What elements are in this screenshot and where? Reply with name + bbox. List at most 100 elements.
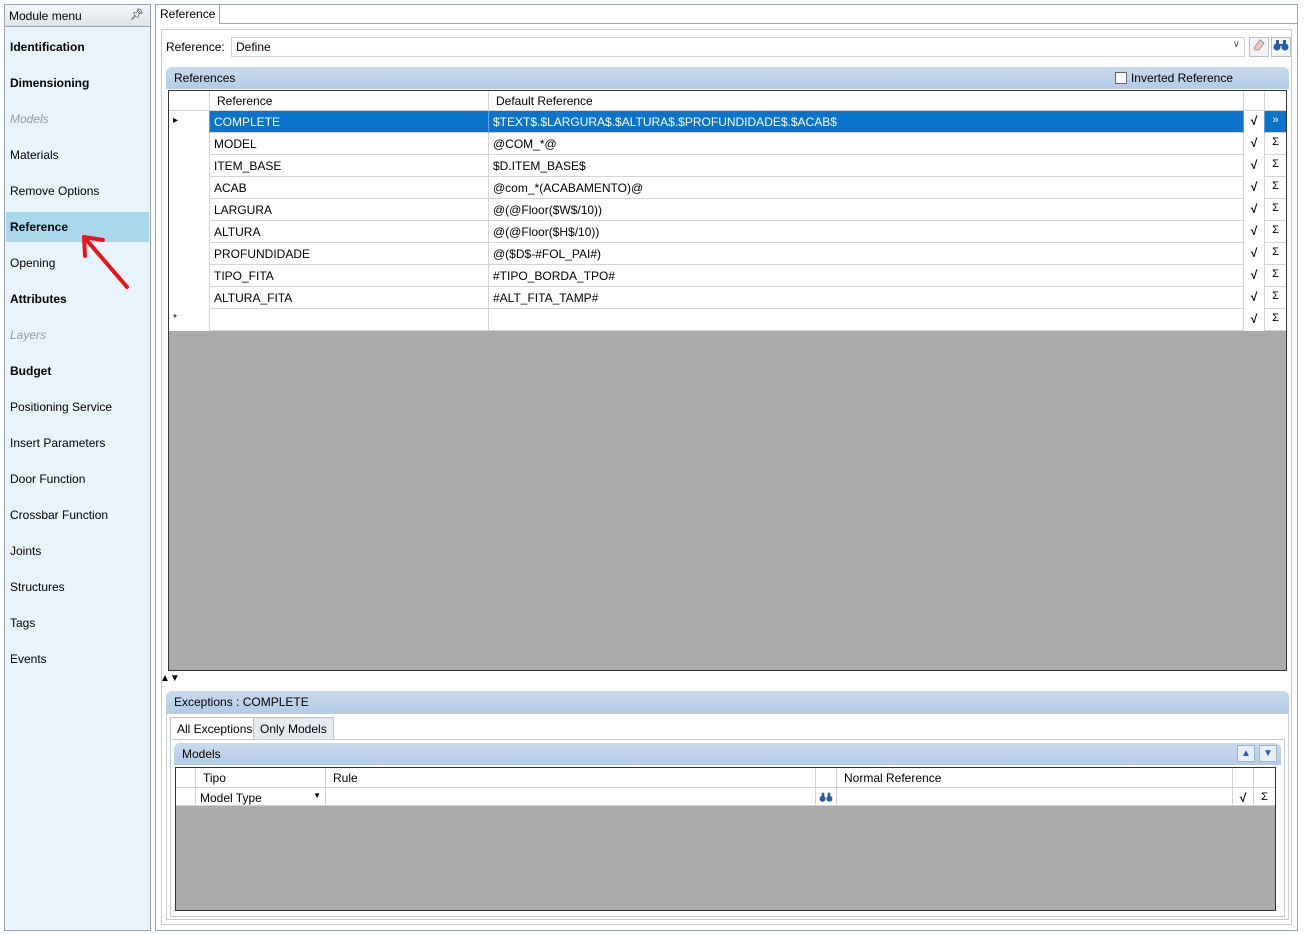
row-header[interactable] [169,155,210,177]
sidebar-item-budget[interactable]: Budget [6,356,149,386]
formula-editor-button[interactable]: √ [1244,221,1265,243]
reference-cell[interactable]: LARGURA [210,199,489,221]
eraser-button[interactable] [1249,37,1269,57]
sum-button[interactable]: Σ [1265,265,1286,287]
inverted-reference-option[interactable]: Inverted Reference [1114,71,1233,85]
default-reference-cell[interactable]: #TIPO_BORDA_TPO# [489,265,1244,287]
formula-editor-button[interactable]: √ [1244,243,1265,265]
formula-editor-button[interactable]: √ [1244,177,1265,199]
sum-button[interactable]: Σ [1265,221,1286,243]
table-row[interactable]: ALTURA @(@Floor($H$/10)) √ Σ [169,221,1286,243]
sidebar-item-identification[interactable]: Identification [6,32,149,62]
col-header-default-reference[interactable]: Default Reference [489,91,1244,111]
default-reference-cell[interactable]: @(@Floor($H$/10)) [489,221,1244,243]
sum-button[interactable]: Σ [1265,243,1286,265]
tab-reference[interactable]: Reference [156,5,221,24]
reference-cell[interactable]: TIPO_FITA [210,265,489,287]
rule-search-button[interactable] [816,788,837,806]
col-header-normal-reference[interactable]: Normal Reference [837,768,1233,788]
sidebar-item-dimensioning[interactable]: Dimensioning [6,68,149,98]
reference-cell[interactable]: ITEM_BASE [210,155,489,177]
col-header-rule[interactable]: Rule [326,768,816,788]
row-header[interactable] [169,287,210,309]
inverted-reference-checkbox[interactable] [1114,72,1127,84]
default-reference-cell[interactable] [489,309,1244,331]
row-header[interactable] [169,177,210,199]
table-row[interactable]: TIPO_FITA #TIPO_BORDA_TPO# √ Σ [169,265,1286,287]
table-row[interactable]: * √ Σ [169,309,1286,331]
models-table-row[interactable]: Model Type ▼ √ Σ [176,788,1275,806]
row-header[interactable]: * [169,309,210,331]
move-up-button[interactable]: ▲ [1237,745,1255,762]
row-header[interactable]: ▸ [169,111,210,133]
rule-cell[interactable] [326,788,816,806]
sidebar-item-crossbar-function[interactable]: Crossbar Function [6,500,149,530]
move-down-button[interactable]: ▼ [1259,745,1277,762]
tab-all-exceptions[interactable]: All Exceptions [170,717,260,739]
reference-combo[interactable]: Define ∨ [231,37,1245,57]
sidebar-item-materials[interactable]: Materials [6,140,149,170]
sum-button[interactable]: Σ [1265,309,1286,331]
row-header[interactable] [169,199,210,221]
pin-icon[interactable]: 📌︎ [130,8,144,21]
formula-editor-button[interactable]: √ [1244,287,1265,309]
find-button[interactable] [1271,37,1291,57]
reference-cell[interactable]: ALTURA_FITA [210,287,489,309]
formula-editor-button[interactable]: √ [1244,265,1265,287]
sidebar-item-models[interactable]: Models [6,104,149,134]
sum-button[interactable]: » [1265,111,1286,133]
table-row[interactable]: PROFUNDIDADE @($D$-#FOL_PAI#) √ Σ [169,243,1286,265]
formula-editor-button[interactable]: √ [1244,155,1265,177]
row-header[interactable] [169,221,210,243]
formula-editor-button[interactable]: √ [1244,133,1265,155]
default-reference-cell[interactable]: @($D$-#FOL_PAI#) [489,243,1244,265]
default-reference-cell[interactable]: $TEXT$.$LARGURA$.$ALTURA$.$PROFUNDIDADE$… [489,111,1244,133]
chevron-down-icon[interactable]: ∨ [1233,39,1240,50]
default-reference-cell[interactable]: @com_*(ACABAMENTO)@ [489,177,1244,199]
sidebar-item-layers[interactable]: Layers [6,320,149,350]
col-header-tipo[interactable]: Tipo [196,768,326,788]
table-row[interactable]: ▸ COMPLETE $TEXT$.$LARGURA$.$ALTURA$.$PROF… [169,111,1286,133]
tab-only-models[interactable]: Only Models [253,717,334,739]
tipo-select[interactable]: Model Type ▼ [196,788,326,806]
sidebar-item-remove-options[interactable]: Remove Options [6,176,149,206]
references-grid[interactable]: Reference Default Reference ▸ COMPLETE $TE… [168,90,1287,671]
row-header[interactable] [169,243,210,265]
default-reference-cell[interactable]: $D.ITEM_BASE$ [489,155,1244,177]
sidebar-item-structures[interactable]: Structures [6,572,149,602]
reference-cell[interactable]: MODEL [210,133,489,155]
reference-cell[interactable]: ALTURA [210,221,489,243]
sidebar-item-positioning-service[interactable]: Positioning Service [6,392,149,422]
reference-cell[interactable]: ACAB [210,177,489,199]
sum-button[interactable]: Σ [1254,788,1275,806]
sum-button[interactable]: Σ [1265,133,1286,155]
formula-editor-button[interactable]: √ [1244,309,1265,331]
dropdown-arrow-icon[interactable]: ▼ [313,791,321,800]
table-row[interactable]: ACAB @com_*(ACABAMENTO)@ √ Σ [169,177,1286,199]
col-header-reference[interactable]: Reference [210,91,489,111]
sidebar-item-door-function[interactable]: Door Function [6,464,149,494]
formula-editor-button[interactable]: √ [1233,788,1254,806]
reference-cell[interactable] [210,309,489,331]
row-header[interactable] [169,133,210,155]
sidebar-item-insert-parameters[interactable]: Insert Parameters [6,428,149,458]
default-reference-cell[interactable]: #ALT_FITA_TAMP# [489,287,1244,309]
sum-button[interactable]: Σ [1265,199,1286,221]
table-row[interactable]: ALTURA_FITA #ALT_FITA_TAMP# √ Σ [169,287,1286,309]
default-reference-cell[interactable]: @(@Floor($W$/10)) [489,199,1244,221]
formula-editor-button[interactable]: √ [1244,111,1265,133]
sidebar-item-tags[interactable]: Tags [6,608,149,638]
sum-button[interactable]: Σ [1265,155,1286,177]
normal-reference-cell[interactable] [837,788,1233,806]
formula-editor-button[interactable]: √ [1244,199,1265,221]
sidebar-item-events[interactable]: Events [6,644,149,674]
table-row[interactable]: MODEL @COM_*@ √ Σ [169,133,1286,155]
reference-cell[interactable]: COMPLETE [210,111,489,133]
sum-button[interactable]: Σ [1265,287,1286,309]
table-row[interactable]: ITEM_BASE $D.ITEM_BASE$ √ Σ [169,155,1286,177]
table-row[interactable]: LARGURA @(@Floor($W$/10)) √ Σ [169,199,1286,221]
reference-cell[interactable]: PROFUNDIDADE [210,243,489,265]
models-grid[interactable]: Tipo Rule Normal Reference Model Type ▼ [175,767,1276,911]
row-header[interactable] [169,265,210,287]
default-reference-cell[interactable]: @COM_*@ [489,133,1244,155]
